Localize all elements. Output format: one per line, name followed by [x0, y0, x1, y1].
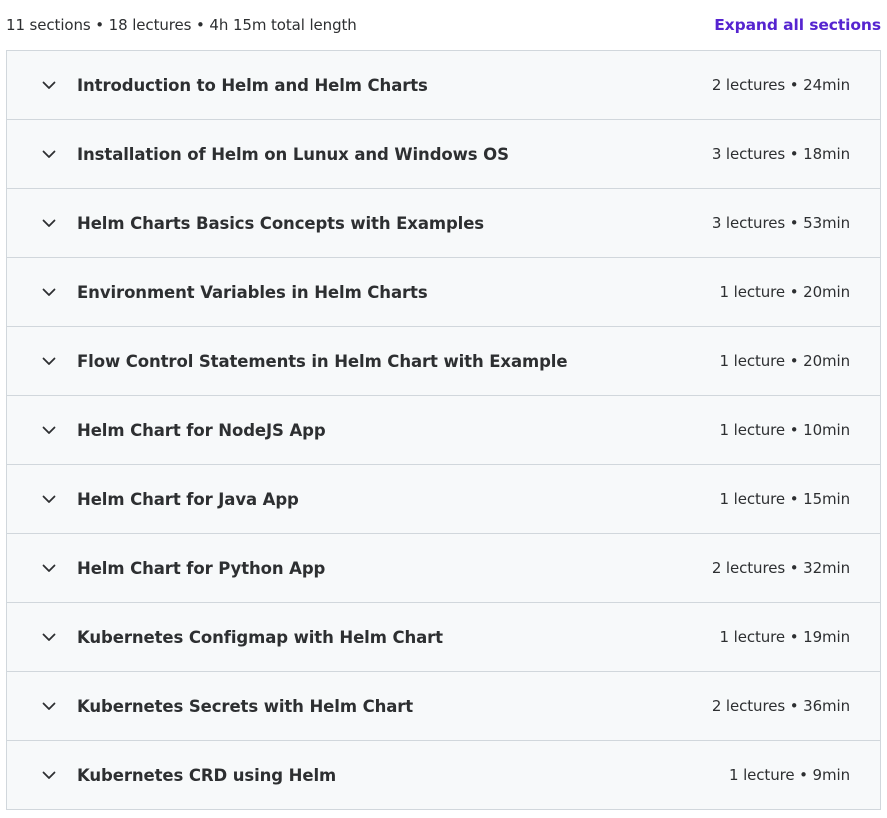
section-list: Introduction to Helm and Helm Charts 2 l… [6, 50, 881, 810]
section-row-5[interactable]: Flow Control Statements in Helm Chart wi… [7, 327, 880, 396]
section-title: Helm Chart for NodeJS App [77, 420, 326, 440]
chevron-down-icon [41, 77, 57, 93]
section-title: Kubernetes Configmap with Helm Chart [77, 627, 443, 647]
expand-all-sections-button[interactable]: Expand all sections [714, 16, 881, 34]
section-meta: 2 lectures • 32min [711, 559, 850, 577]
section-meta: 3 lectures • 18min [711, 145, 850, 163]
section-row-1[interactable]: Introduction to Helm and Helm Charts 2 l… [7, 51, 880, 120]
section-row-7[interactable]: Helm Chart for Java App 1 lecture • 15mi… [7, 465, 880, 534]
section-title: Helm Chart for Java App [77, 489, 299, 509]
section-row-2[interactable]: Installation of Helm on Lunux and Window… [7, 120, 880, 189]
chevron-down-icon [41, 353, 57, 369]
chevron-down-icon [41, 629, 57, 645]
section-meta: 1 lecture • 9min [728, 766, 850, 784]
chevron-down-icon [41, 767, 57, 783]
section-meta: 1 lecture • 20min [719, 352, 851, 370]
section-title: Helm Charts Basics Concepts with Example… [77, 213, 485, 233]
section-row-11[interactable]: Kubernetes CRD using Helm 1 lecture • 9m… [7, 741, 880, 809]
section-title: Kubernetes Secrets with Helm Chart [77, 696, 414, 716]
chevron-down-icon [41, 422, 57, 438]
section-meta: 1 lecture • 20min [719, 283, 851, 301]
section-row-9[interactable]: Kubernetes Configmap with Helm Chart 1 l… [7, 603, 880, 672]
chevron-down-icon [41, 560, 57, 576]
section-meta: 1 lecture • 10min [719, 421, 851, 439]
section-row-3[interactable]: Helm Charts Basics Concepts with Example… [7, 189, 880, 258]
section-title: Helm Chart for Python App [77, 558, 326, 578]
chevron-down-icon [41, 215, 57, 231]
section-meta: 2 lectures • 36min [711, 697, 850, 715]
chevron-down-icon [41, 491, 57, 507]
section-title: Kubernetes CRD using Helm [77, 765, 337, 785]
curriculum-summary: 11 sections • 18 lectures • 4h 15m total… [6, 16, 357, 34]
section-row-6[interactable]: Helm Chart for NodeJS App 1 lecture • 10… [7, 396, 880, 465]
section-row-4[interactable]: Environment Variables in Helm Charts 1 l… [7, 258, 880, 327]
chevron-down-icon [41, 284, 57, 300]
section-title: Flow Control Statements in Helm Chart wi… [77, 351, 568, 371]
chevron-down-icon [41, 698, 57, 714]
section-meta: 1 lecture • 15min [719, 490, 851, 508]
section-row-8[interactable]: Helm Chart for Python App 2 lectures • 3… [7, 534, 880, 603]
curriculum-summary-bar: 11 sections • 18 lectures • 4h 15m total… [6, 0, 881, 50]
section-row-10[interactable]: Kubernetes Secrets with Helm Chart 2 lec… [7, 672, 880, 741]
section-meta: 3 lectures • 53min [711, 214, 850, 232]
section-meta: 1 lecture • 19min [719, 628, 851, 646]
section-title: Environment Variables in Helm Charts [77, 282, 428, 302]
course-curriculum: 11 sections • 18 lectures • 4h 15m total… [0, 0, 887, 818]
section-title: Introduction to Helm and Helm Charts [77, 75, 428, 95]
section-title: Installation of Helm on Lunux and Window… [77, 144, 509, 164]
chevron-down-icon [41, 146, 57, 162]
section-meta: 2 lectures • 24min [711, 76, 850, 94]
